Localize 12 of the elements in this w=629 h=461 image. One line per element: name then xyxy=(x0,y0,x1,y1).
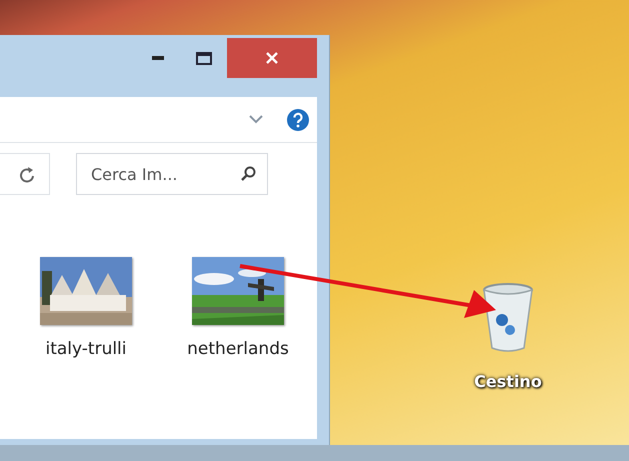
search-icon xyxy=(240,166,256,182)
recycle-bin-icon[interactable] xyxy=(480,282,536,354)
refresh-icon xyxy=(19,165,35,183)
refresh-button[interactable] xyxy=(0,153,50,195)
search-field[interactable]: Cerca Im... xyxy=(76,153,268,195)
help-icon[interactable] xyxy=(287,108,309,130)
chevron-down-icon[interactable] xyxy=(249,115,263,124)
file-name[interactable]: netherlands xyxy=(187,339,289,359)
maximize-icon xyxy=(196,52,212,64)
file-name[interactable]: italy-trulli xyxy=(45,339,127,359)
close-icon xyxy=(266,52,278,64)
minimize-icon xyxy=(152,56,164,60)
